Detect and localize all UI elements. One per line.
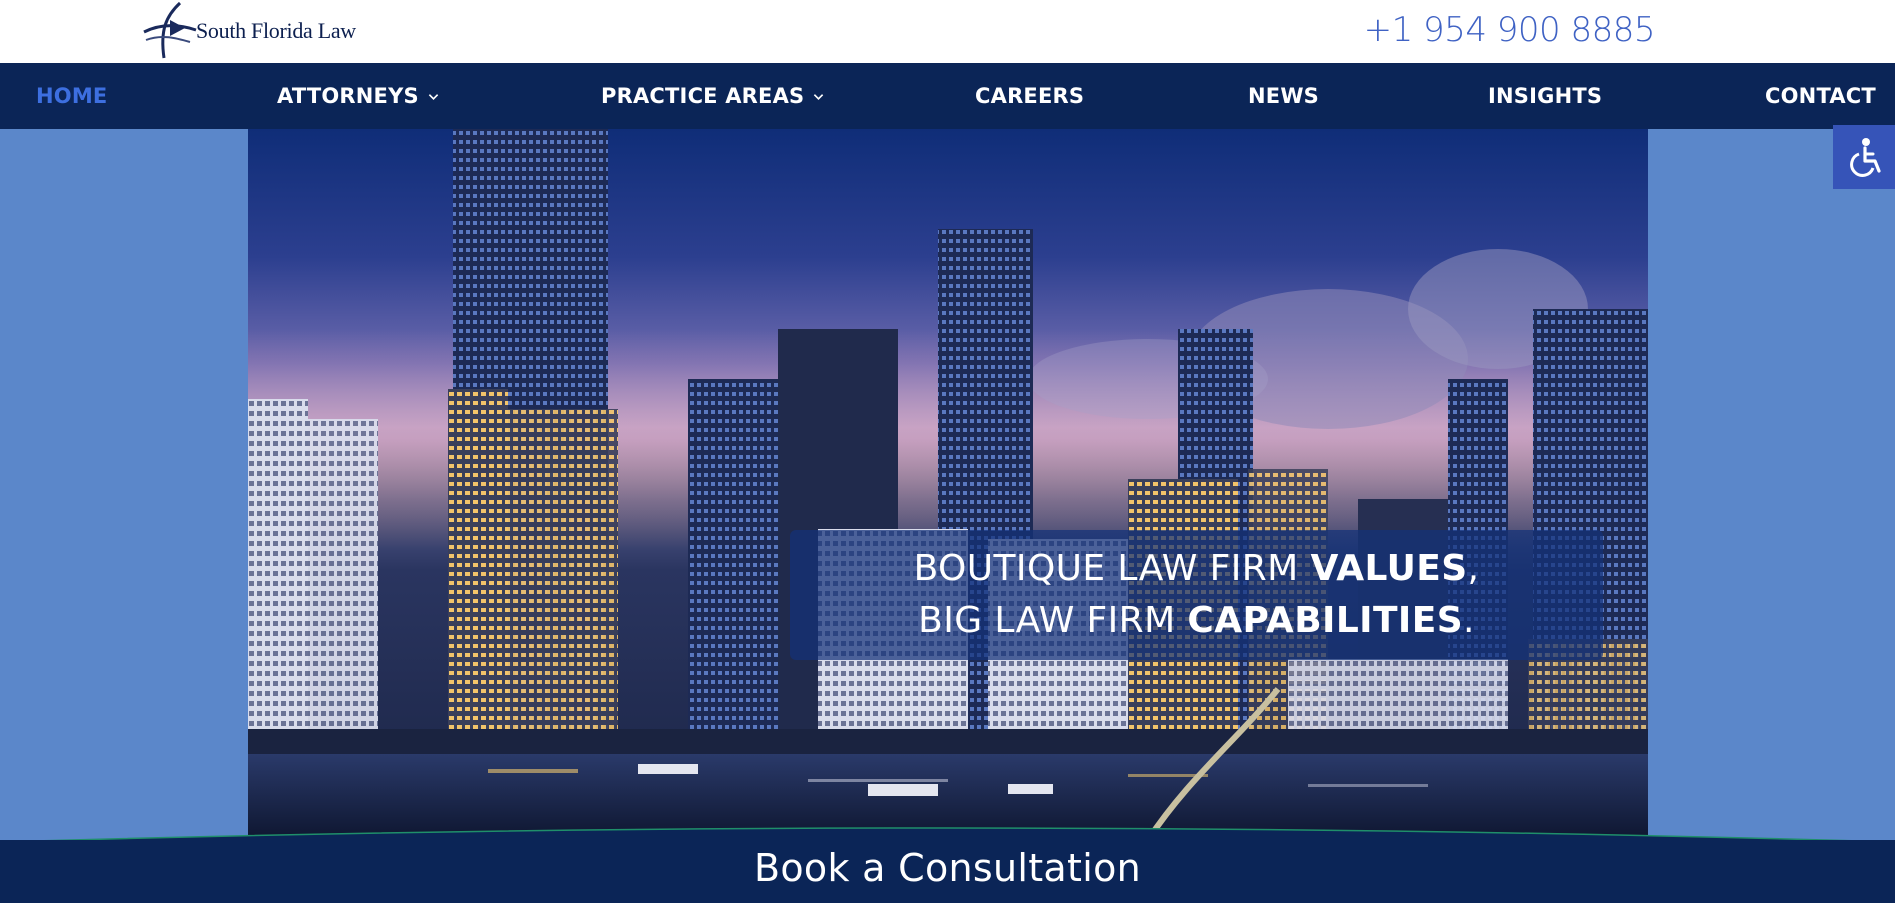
phone-link[interactable]: +1 954 900 8885 [1364, 10, 1656, 50]
nav-careers[interactable]: CAREERS [975, 63, 1084, 129]
nav-insights[interactable]: INSIGHTS [1488, 63, 1602, 129]
hero-headline-line-2: BIG LAW FIRM CAPABILITIES. [918, 595, 1475, 647]
nav-home-label: HOME [36, 84, 108, 108]
site-logo[interactable]: South Florida Law [140, 0, 356, 62]
nav-home[interactable]: HOME [36, 63, 107, 129]
wheelchair-icon [1850, 138, 1881, 177]
nav-practice-areas-label: PRACTICE AREAS [601, 84, 805, 108]
hero-side-right [1648, 129, 1895, 840]
logo-mark-icon [143, 1, 197, 59]
logo-text: South Florida Law [196, 18, 356, 43]
nav-attorneys[interactable]: ATTORNEYS [277, 63, 439, 129]
city-skyline-illustration [248, 129, 1648, 840]
nav-practice-areas[interactable]: PRACTICE AREAS [601, 63, 824, 129]
hero-headline-box: BOUTIQUE LAW FIRM VALUES, BIG LAW FIRM C… [790, 530, 1603, 660]
chevron-down-icon [428, 93, 439, 100]
nav-news-label: NEWS [1248, 84, 1320, 108]
main-nav: HOME ATTORNEYS PRACTICE AREAS CAREERS NE… [0, 63, 1895, 129]
nav-careers-label: CAREERS [975, 84, 1085, 108]
hero-line2-prefix: BIG LAW FIRM [918, 600, 1188, 641]
hero-headline-line-1: BOUTIQUE LAW FIRM VALUES, [914, 543, 1480, 595]
site-header: South Florida Law +1 954 900 8885 [0, 0, 1895, 63]
accessibility-button[interactable] [1833, 125, 1895, 189]
nav-attorneys-label: ATTORNEYS [277, 84, 419, 108]
nav-news[interactable]: NEWS [1248, 63, 1319, 129]
hero-side-left [0, 129, 248, 840]
nav-contact[interactable]: CONTACT [1765, 63, 1876, 129]
chevron-down-icon [814, 93, 824, 100]
hero-line2-suffix: . [1463, 600, 1475, 641]
book-consultation-button[interactable]: Book a Consultation [0, 846, 1895, 890]
hero-line1-bold: VALUES [1310, 548, 1468, 589]
hero-line1-prefix: BOUTIQUE LAW FIRM [913, 548, 1311, 589]
hero-image: BOUTIQUE LAW FIRM VALUES, BIG LAW FIRM C… [248, 129, 1648, 840]
hero-line1-suffix: , [1467, 548, 1480, 589]
nav-insights-label: INSIGHTS [1488, 84, 1603, 108]
hero-line2-bold: CAPABILITIES [1187, 600, 1464, 641]
nav-contact-label: CONTACT [1765, 84, 1876, 108]
